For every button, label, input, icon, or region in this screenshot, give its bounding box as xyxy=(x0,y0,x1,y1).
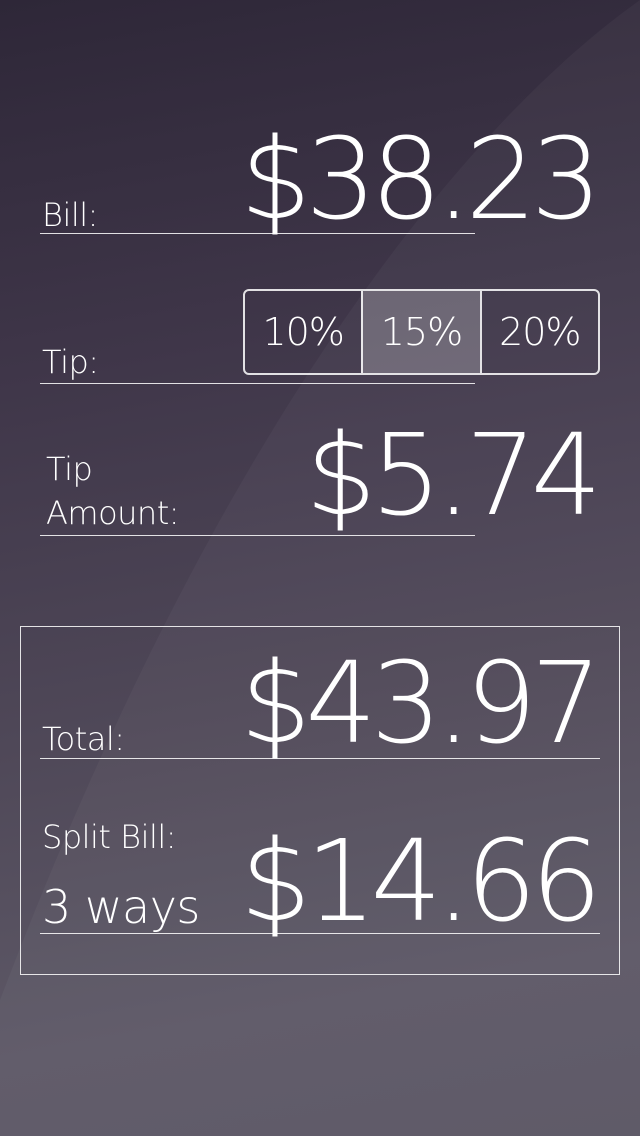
split-ways[interactable]: 3 ways xyxy=(42,880,200,934)
tip-amount-label-line2: Amount: xyxy=(46,494,180,532)
tip-label: Tip: xyxy=(42,343,99,381)
bill-underline xyxy=(40,233,475,234)
tip-amount-underline xyxy=(40,535,475,536)
tip-option-15[interactable]: 15% xyxy=(361,291,480,373)
tip-percentage-selector: 10% 15% 20% xyxy=(243,289,600,375)
total-underline xyxy=(40,758,600,759)
tip-amount-value: $5.74 xyxy=(305,411,602,541)
split-bill-label: Split Bill: xyxy=(42,818,177,856)
total-amount: $43.97 xyxy=(240,639,602,769)
bill-label: Bill: xyxy=(42,196,98,234)
tip-option-20[interactable]: 20% xyxy=(479,291,598,373)
split-underline xyxy=(40,933,600,934)
tip-underline xyxy=(40,383,475,384)
split-amount: $14.66 xyxy=(240,817,602,947)
tip-option-10[interactable]: 10% xyxy=(245,291,361,373)
total-label: Total: xyxy=(42,720,125,758)
tip-amount-label-line1: Tip xyxy=(46,450,93,488)
bill-amount[interactable]: $38.23 xyxy=(240,124,602,236)
